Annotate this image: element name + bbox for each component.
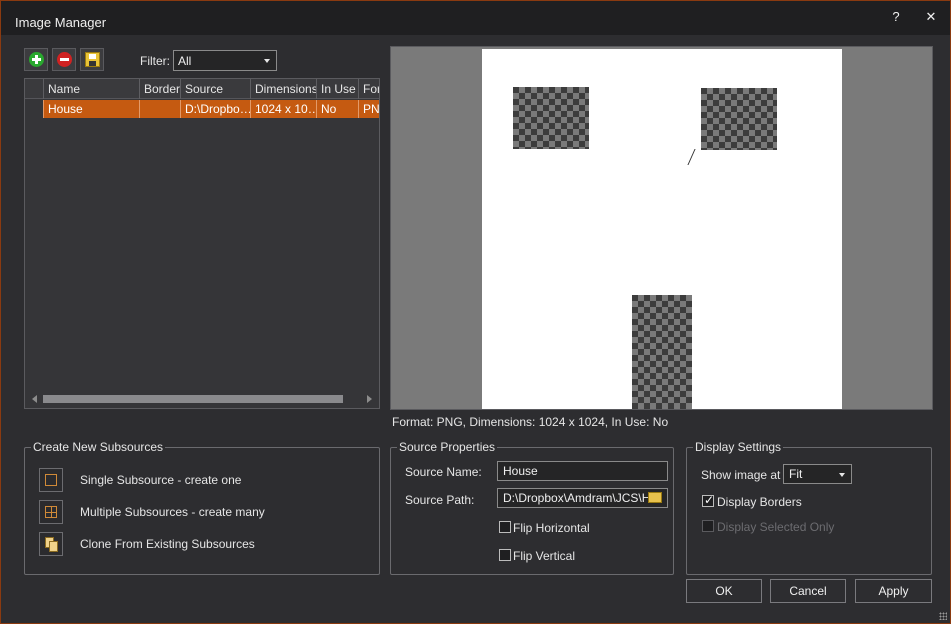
display-selected-only-label: Display Selected Only <box>717 520 835 534</box>
image-list[interactable]: Name Border Source Dimensions In Use For… <box>24 78 380 409</box>
window-title: Image Manager <box>15 15 107 30</box>
close-button[interactable]: ✕ <box>919 8 943 26</box>
group-title: Display Settings <box>693 440 784 454</box>
source-properties-group: Source Properties Source Name: House Sou… <box>390 440 674 575</box>
flip-vertical-label[interactable]: Flip Vertical <box>513 549 575 563</box>
cell-source: D:\Dropbo… <box>180 100 250 118</box>
clone-subsources-label: Clone From Existing Subsources <box>80 537 255 551</box>
column-header-in-use[interactable]: In Use <box>316 79 358 99</box>
scroll-left-icon[interactable] <box>32 395 37 403</box>
show-image-at-label: Show image at <box>701 468 781 482</box>
source-name-input[interactable]: House <box>497 461 668 481</box>
filter-value: All <box>178 54 192 68</box>
filter-label: Filter: <box>140 54 170 68</box>
single-subsource-button[interactable]: Single Subsource - create one <box>39 468 339 492</box>
source-name-value: House <box>503 464 538 478</box>
clone-icon <box>39 532 63 556</box>
source-path-input[interactable]: D:\Dropbox\Amdram\JCS\Ho <box>497 488 668 508</box>
image-manager-window: Image Manager ? ✕ Filter: All Name Borde… <box>0 0 951 624</box>
cell-border <box>139 100 180 118</box>
multiple-subsources-icon <box>39 500 63 524</box>
save-icon <box>85 52 100 67</box>
column-header-format[interactable]: For <box>358 79 379 99</box>
add-icon <box>29 52 44 67</box>
subsource-region[interactable] <box>632 295 692 409</box>
apply-button[interactable]: Apply <box>855 579 932 603</box>
image-info-text: Format: PNG, Dimensions: 1024 x 1024, In… <box>392 415 669 429</box>
image-preview[interactable] <box>390 46 933 410</box>
ok-button[interactable]: OK <box>686 579 762 603</box>
single-subsource-icon <box>39 468 63 492</box>
chevron-down-icon <box>264 59 270 63</box>
cell-dimensions: 1024 x 10… <box>250 100 316 118</box>
group-title: Source Properties <box>397 440 498 454</box>
flip-horizontal-checkbox[interactable] <box>499 521 511 533</box>
add-button[interactable] <box>24 48 48 71</box>
show-image-at-value: Fit <box>789 467 803 481</box>
column-header-source[interactable]: Source <box>180 79 250 99</box>
folder-icon[interactable] <box>648 492 662 503</box>
show-image-at-dropdown[interactable]: Fit <box>783 464 852 484</box>
mouse-cursor-icon <box>692 150 699 165</box>
single-subsource-label: Single Subsource - create one <box>80 473 242 487</box>
flip-vertical-checkbox[interactable] <box>499 549 511 561</box>
multiple-subsources-label: Multiple Subsources - create many <box>80 505 265 519</box>
scroll-right-icon[interactable] <box>367 395 372 403</box>
source-path-label: Source Path: <box>405 493 475 507</box>
preview-canvas <box>482 49 842 409</box>
display-borders-label[interactable]: Display Borders <box>717 495 802 509</box>
source-name-label: Source Name: <box>405 465 482 479</box>
subsource-region[interactable] <box>701 88 777 150</box>
remove-icon <box>57 52 72 67</box>
resize-grip-icon[interactable] <box>939 612 947 620</box>
group-title: Create New Subsources <box>31 440 166 454</box>
multiple-subsources-button[interactable]: Multiple Subsources - create many <box>39 500 339 524</box>
list-header: Name Border Source Dimensions In Use For <box>25 79 379 99</box>
filter-dropdown[interactable]: All <box>173 50 277 71</box>
scroll-thumb[interactable] <box>43 395 343 403</box>
create-subsources-group: Create New Subsources Single Subsource -… <box>24 440 380 575</box>
column-header-name[interactable]: Name <box>43 79 139 99</box>
clone-subsources-button[interactable]: Clone From Existing Subsources <box>39 532 339 556</box>
cell-name: House <box>43 100 139 118</box>
horizontal-scrollbar[interactable] <box>25 390 379 408</box>
help-button[interactable]: ? <box>884 8 908 26</box>
chevron-down-icon <box>839 473 845 477</box>
source-path-value: D:\Dropbox\Amdram\JCS\Ho <box>503 491 658 505</box>
column-header-dimensions[interactable]: Dimensions <box>250 79 316 99</box>
column-header-border[interactable]: Border <box>139 79 180 99</box>
display-settings-group: Display Settings Show image at Fit Displ… <box>686 440 932 575</box>
display-borders-checkbox[interactable] <box>702 493 714 507</box>
remove-button[interactable] <box>52 48 76 71</box>
display-selected-only-checkbox <box>702 520 714 532</box>
cell-format: PNG <box>358 100 379 118</box>
title-bar: Image Manager ? ✕ <box>1 1 950 35</box>
cell-in-use: No <box>316 100 358 118</box>
save-button[interactable] <box>80 48 104 71</box>
cancel-button[interactable]: Cancel <box>770 579 846 603</box>
subsource-region[interactable] <box>513 87 589 149</box>
table-row[interactable]: House D:\Dropbo… 1024 x 10… No PNG <box>43 100 379 118</box>
flip-horizontal-label[interactable]: Flip Horizontal <box>513 521 590 535</box>
